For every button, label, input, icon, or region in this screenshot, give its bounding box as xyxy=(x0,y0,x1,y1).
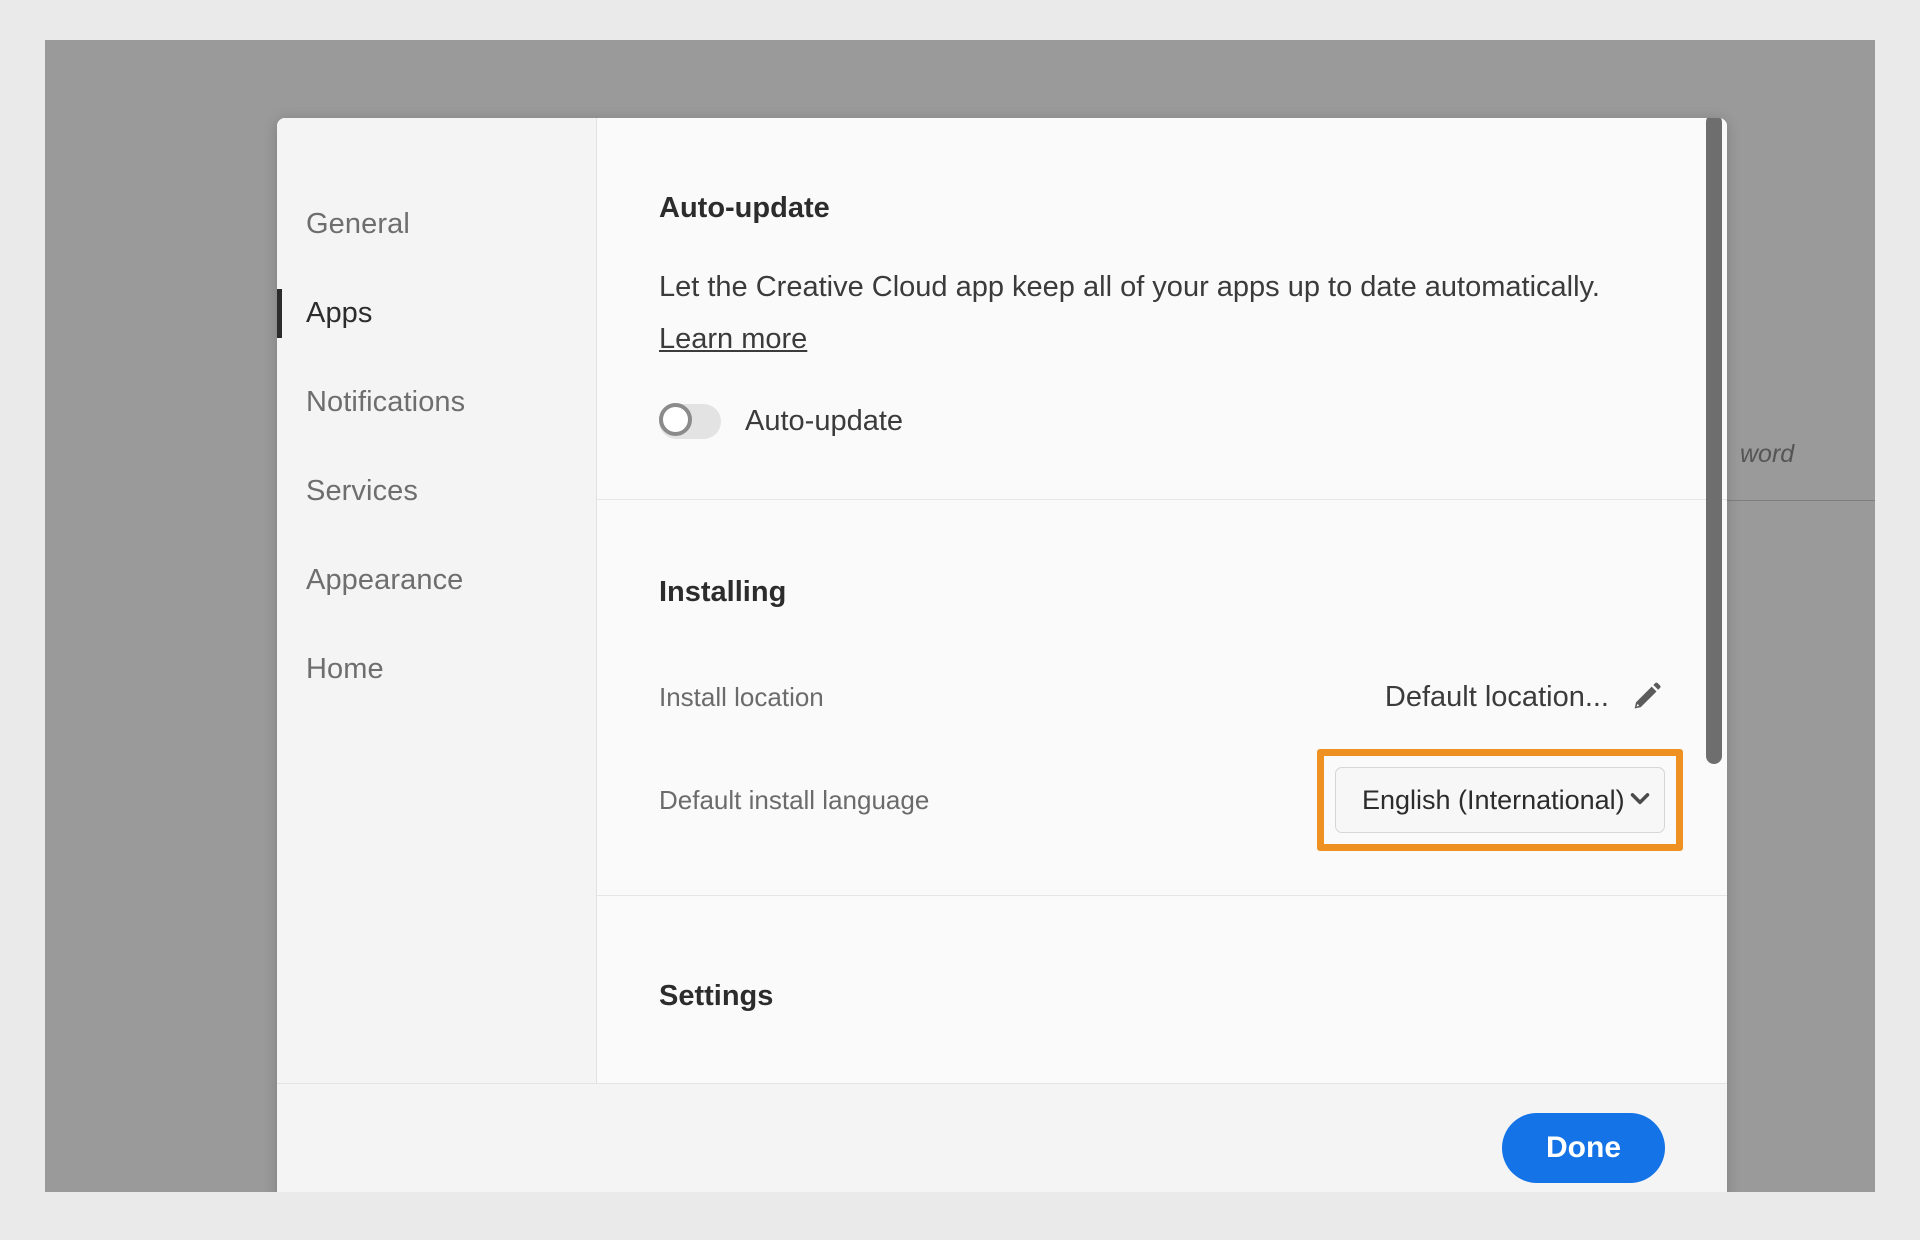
section-auto-update: Auto-update Let the Creative Cloud app k… xyxy=(597,118,1727,501)
toggle-knob xyxy=(659,403,692,437)
default-install-language-select[interactable]: English (International) xyxy=(1335,767,1665,834)
default-install-language-row: Default install language English (Intern… xyxy=(659,749,1683,852)
install-location-label: Install location xyxy=(659,681,824,712)
pencil-icon[interactable] xyxy=(1631,678,1665,717)
background-divider xyxy=(1725,500,1875,501)
section-title-settings: Settings xyxy=(659,980,774,1013)
sidebar-item-label: Apps xyxy=(306,297,373,329)
section-title-auto-update: Auto-update xyxy=(659,192,830,224)
default-install-language-label: Default install language xyxy=(659,784,930,815)
background-occluded-text: word xyxy=(1740,440,1795,468)
select-selected-value: English (International) xyxy=(1362,784,1625,815)
sidebar-item-appearance[interactable]: Appearance xyxy=(277,536,596,625)
sidebar-item-label: Notifications xyxy=(306,386,466,418)
auto-update-toggle[interactable] xyxy=(659,403,721,440)
settings-content-area: Auto-update Let the Creative Cloud app k… xyxy=(597,118,1727,1083)
install-location-row: Install location Default location... xyxy=(659,669,1665,725)
preferences-sidebar: General Apps Notifications Services Appe… xyxy=(277,118,597,1083)
auto-update-toggle-label: Auto-update xyxy=(745,405,904,438)
chevron-down-icon xyxy=(1625,783,1655,818)
section-installing: Installing Install location Default loca… xyxy=(597,500,1727,897)
dialog-footer: Done xyxy=(277,1084,1727,1192)
dialog-body: General Apps Notifications Services Appe… xyxy=(277,118,1727,1084)
done-button[interactable]: Done xyxy=(1502,1113,1665,1183)
sidebar-item-label: General xyxy=(306,208,410,240)
content-scrollbar[interactable] xyxy=(1705,118,1727,1083)
section-title-installing: Installing xyxy=(659,576,787,609)
settings-scroll-content: Auto-update Let the Creative Cloud app k… xyxy=(597,118,1727,1083)
sidebar-item-home[interactable]: Home xyxy=(277,625,596,714)
sidebar-item-notifications[interactable]: Notifications xyxy=(277,358,596,447)
auto-update-description: Let the Creative Cloud app keep all of y… xyxy=(659,271,1600,303)
sidebar-item-general[interactable]: General xyxy=(277,180,596,269)
scrollbar-thumb[interactable] xyxy=(1706,118,1722,764)
highlight-annotation-box: English (International) xyxy=(1317,749,1683,852)
install-location-value: Default location... xyxy=(1384,680,1609,713)
app-window-backdrop: word General Apps Notifications Services xyxy=(45,40,1875,1192)
preferences-dialog: General Apps Notifications Services Appe… xyxy=(277,118,1727,1192)
sidebar-item-label: Home xyxy=(306,653,384,685)
learn-more-link[interactable]: Learn more xyxy=(659,323,807,356)
sidebar-item-label: Appearance xyxy=(306,564,464,596)
auto-update-toggle-row: Auto-update xyxy=(659,403,1665,440)
sidebar-item-services[interactable]: Services xyxy=(277,447,596,536)
sidebar-item-label: Services xyxy=(306,475,418,507)
sidebar-item-apps[interactable]: Apps xyxy=(277,269,596,358)
install-location-value-group: Default location... xyxy=(1385,678,1665,717)
section-settings: Settings xyxy=(597,896,1727,1069)
